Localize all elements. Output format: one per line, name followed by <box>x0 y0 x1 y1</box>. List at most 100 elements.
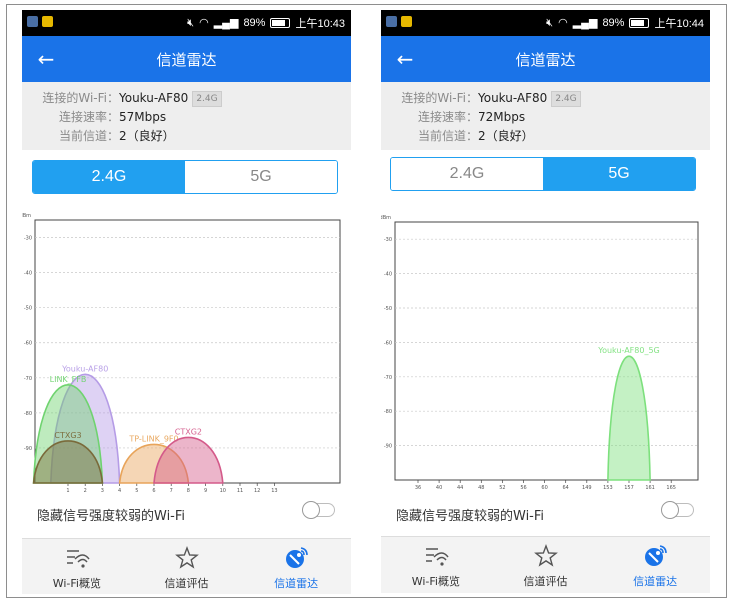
star-icon <box>174 545 199 569</box>
ssid-label: 连接的Wi-Fi： <box>42 91 119 105</box>
wifi-overview-icon <box>425 548 449 566</box>
y-tick-label: -90 <box>384 444 392 450</box>
tab-2-4g[interactable]: 2.4G <box>33 161 185 193</box>
nav-label: 信道雷达 <box>274 577 319 590</box>
x-tick-label: 4 <box>118 488 121 493</box>
x-tick-label: 11 <box>237 488 243 493</box>
x-tick-label: 36 <box>415 485 421 491</box>
phone-screen-5g: 🔇︎ ◠ ▂▄▆ 89% 上午10:44 ← 信道雷达 连接的Wi-Fi： Yo… <box>381 10 710 594</box>
nav-label: Wi-Fi概览 <box>52 577 101 590</box>
cell-signal-icon: ▂▄▆ <box>213 17 239 29</box>
bottom-nav: Wi-Fi概览 信道评估 信道雷达 <box>381 536 710 593</box>
ssid-value: Youku-AF80 <box>119 91 189 105</box>
nav-wifi-overview[interactable]: Wi-Fi概览 <box>22 539 132 594</box>
x-tick-label: 12 <box>254 488 260 493</box>
hide-weak-wifi-label: 隐藏信号强度较弱的Wi-Fi <box>396 509 545 524</box>
nav-channel-radar[interactable]: 信道雷达 <box>241 539 351 594</box>
rate-value: 72Mbps <box>478 110 526 124</box>
app-notification-icon <box>386 16 397 27</box>
x-tick-label: 165 <box>666 485 676 491</box>
y-tick-label: -60 <box>384 340 392 346</box>
status-bar: 🔇︎ ◠ ▂▄▆ 89% 上午10:43 <box>22 10 351 36</box>
x-tick-label: 52 <box>499 485 505 491</box>
satellite-dish-icon <box>645 545 667 566</box>
nav-channel-evaluation[interactable]: 信道评估 <box>132 539 242 594</box>
y-tick-label: -50 <box>24 306 32 312</box>
network-name-label: Youku-AF80_5G <box>597 346 660 355</box>
y-tick-label: -30 <box>384 237 392 243</box>
gallery-notification-icon <box>401 16 412 27</box>
network-name-label: Youku-AF80 <box>61 364 108 373</box>
x-tick-label: 56 <box>520 485 526 491</box>
tab-5g[interactable]: 5G <box>543 158 695 190</box>
mute-icon: 🔇︎ <box>187 17 195 29</box>
x-tick-label: 40 <box>436 485 442 491</box>
y-tick-label: -50 <box>384 306 392 312</box>
notification-icons <box>386 16 412 27</box>
cell-signal-icon: ▂▄▆ <box>572 17 598 29</box>
page-title: 信道雷达 <box>515 51 576 69</box>
battery-percent: 89% <box>243 17 266 29</box>
network-name-label: CTXG3 <box>54 431 81 440</box>
rate-label: 连接速率： <box>58 110 119 124</box>
nav-label: 信道评估 <box>164 577 209 590</box>
nav-label: 信道雷达 <box>633 575 678 588</box>
y-tick-label: -40 <box>24 271 32 277</box>
x-tick-label: 10 <box>220 488 226 493</box>
x-tick-label: 7 <box>170 488 173 493</box>
mute-icon: 🔇︎ <box>546 17 554 29</box>
connection-info-panel: 连接的Wi-Fi： Youku-AF80 2.4G 连接速率： 72Mbps 当前… <box>381 82 710 150</box>
y-tick-label: -90 <box>24 446 32 452</box>
y-axis-title: dBm <box>381 215 391 221</box>
tab-5g[interactable]: 5G <box>185 161 337 193</box>
tab-2-4g[interactable]: 2.4G <box>391 158 543 190</box>
title-bar: ← 信道雷达 <box>22 36 351 82</box>
channel-value: 2（良好） <box>478 129 534 143</box>
y-tick-label: -70 <box>24 376 32 382</box>
clock: 上午10:43 <box>295 18 345 30</box>
app-notification-icon <box>27 16 38 27</box>
wifi-overview-icon <box>66 550 90 568</box>
x-tick-label: 2 <box>84 488 87 493</box>
network-name-label: TP-LINK_9F0 <box>128 434 178 443</box>
clock: 上午10:44 <box>654 18 704 30</box>
hide-weak-wifi-toggle[interactable] <box>661 501 694 519</box>
nav-channel-radar[interactable]: 信道雷达 <box>600 537 710 593</box>
network-name-label: CTXG2 <box>175 427 202 436</box>
x-tick-label: 13 <box>271 488 277 493</box>
x-tick-label: 5 <box>135 488 138 493</box>
battery-icon <box>629 18 650 28</box>
hide-weak-wifi-label: 隐藏信号强度较弱的Wi-Fi <box>37 509 186 524</box>
gallery-notification-icon <box>42 16 53 27</box>
wifi-signal-icon: ◠ <box>558 17 568 29</box>
hide-weak-wifi-row: 隐藏信号强度较弱的Wi-Fi <box>381 500 710 530</box>
x-tick-label: 64 <box>563 485 569 491</box>
battery-icon <box>270 18 291 28</box>
x-tick-label: 44 <box>457 485 463 491</box>
nav-wifi-overview[interactable]: Wi-Fi概览 <box>381 537 491 593</box>
x-tick-label: 60 <box>541 485 547 491</box>
y-tick-label: -70 <box>384 375 392 381</box>
nav-channel-evaluation[interactable]: 信道评估 <box>491 537 601 593</box>
channel-radar-chart: dBm-30-40-50-60-70-80-90很好一般较差1234567891… <box>22 213 341 493</box>
y-tick-label: -30 <box>24 236 32 242</box>
title-bar: ← 信道雷达 <box>381 36 710 82</box>
bottom-nav: Wi-Fi概览 信道评估 信道雷达 <box>22 538 351 594</box>
y-tick-label: -80 <box>24 411 32 417</box>
satellite-dish-icon <box>286 547 308 568</box>
wifi-signal-icon: ◠ <box>199 17 209 29</box>
battery-percent: 89% <box>602 17 625 29</box>
channel-radar-chart: dBm-30-40-50-60-70-80-90很好一般较差3640444852… <box>381 215 699 491</box>
x-tick-label: 1 <box>66 488 69 493</box>
x-tick-label: 6 <box>152 488 155 493</box>
page-title: 信道雷达 <box>156 51 217 69</box>
phone-screen-2-4g: 🔇︎ ◠ ▂▄▆ 89% 上午10:43 ← 信道雷达 连接的Wi-Fi： Yo… <box>22 10 351 594</box>
band-tabs: 2.4G 5G <box>32 160 338 194</box>
x-tick-label: 9 <box>204 488 207 493</box>
status-bar: 🔇︎ ◠ ▂▄▆ 89% 上午10:44 <box>381 10 710 36</box>
hide-weak-wifi-toggle[interactable] <box>302 501 335 519</box>
x-tick-label: 161 <box>645 485 655 491</box>
x-tick-label: 149 <box>582 485 592 491</box>
connection-info-panel: 连接的Wi-Fi： Youku-AF80 2.4G 连接速率： 57Mbps 当前… <box>22 82 351 150</box>
y-axis-title: dBm <box>22 213 31 219</box>
